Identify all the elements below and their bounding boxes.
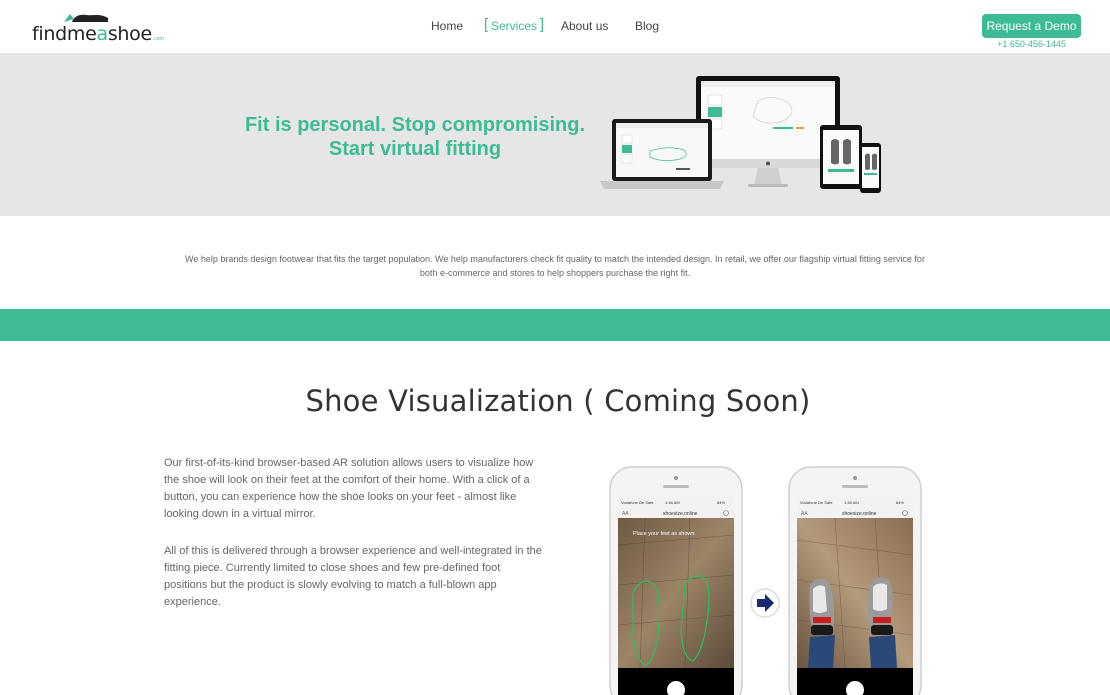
intro-text: We help brands design footwear that fits… [185, 254, 925, 278]
top-navbar: findmeashoe .com Home Services About us … [0, 0, 1110, 53]
text-size-control-left[interactable]: AA [622, 511, 629, 517]
section-paragraph-2: All of this is delivered through a brows… [164, 545, 542, 608]
section-title: Shoe Visualization ( Coming Soon) [305, 384, 811, 418]
status-battery-right: 84% [896, 500, 904, 505]
section-paragraph-1: Our first-of-its-kind browser-based AR s… [164, 457, 534, 520]
status-battery-left: 84% [717, 500, 725, 505]
ar-instruction-text: Place your feet as shown [633, 531, 694, 537]
hero-line-1: Fit is personal. Stop compromising. [244, 114, 586, 136]
accent-divider-band [0, 309, 1110, 341]
hero-banner: Fit is personal. Stop compromising. Star… [0, 53, 1110, 216]
arrow-right-icon [750, 588, 780, 618]
status-time-right: 1:48 AM [844, 500, 859, 505]
main-menu: Home Services About us Blog [0, 16, 1110, 37]
url-bar-right[interactable]: shoesize.online [842, 511, 877, 517]
phone-number-link[interactable]: +1 650-456-1445 [982, 39, 1081, 49]
devices-illustration [600, 76, 881, 193]
hero-title: Fit is personal. Stop compromising. Star… [230, 113, 600, 161]
nav-about-link[interactable]: About us [561, 17, 608, 35]
nav-services-link[interactable]: Services [484, 16, 544, 35]
phone-after: Vodafone De Safe 1:48 AM 84% AA shoesize… [788, 466, 922, 695]
url-bar-left[interactable]: shoesize.online [663, 511, 698, 517]
hero-line-2: Start virtual fitting [328, 138, 502, 160]
status-carrier-left: Vodafone De Safe [621, 500, 654, 505]
status-carrier-right: Vodafone De Safe [800, 500, 833, 505]
text-size-control-right[interactable]: AA [801, 511, 808, 517]
phone-before: Vodafone De Safe 1:48 AM 84% AA shoesize… [609, 466, 743, 695]
ar-demo-phones: Vodafone De Safe 1:48 AM 84% AA shoesize… [609, 466, 922, 695]
nav-home-link[interactable]: Home [431, 17, 463, 35]
request-demo-button[interactable]: Request a Demo [982, 14, 1081, 38]
status-time-left: 1:48 AM [665, 500, 680, 505]
nav-blog-link[interactable]: Blog [635, 17, 659, 35]
